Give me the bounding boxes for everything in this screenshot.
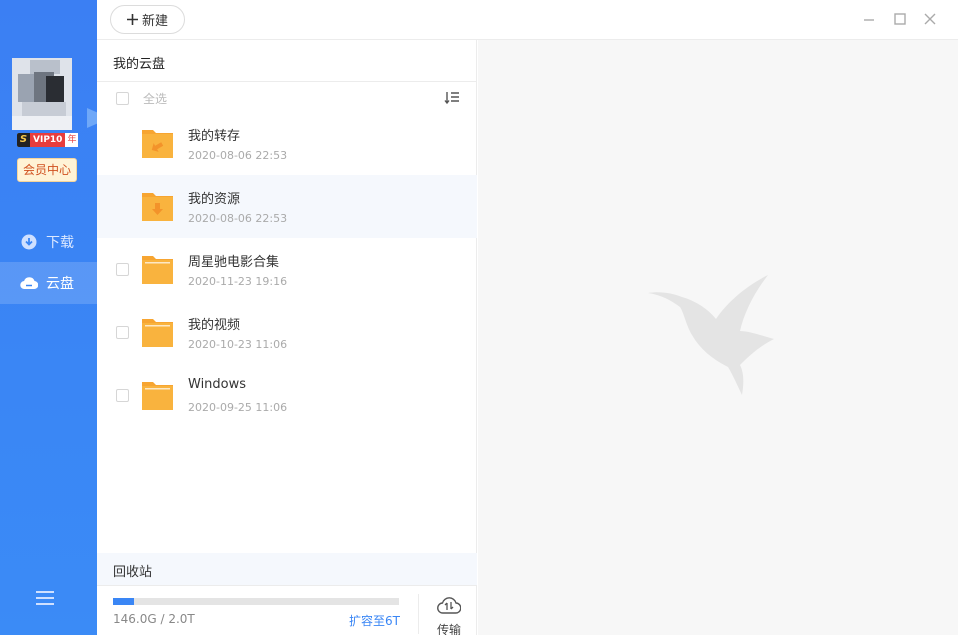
transfer-label: 传输 <box>436 623 461 635</box>
sidebar-item-download[interactable]: 下载 <box>0 221 97 263</box>
row-checkbox[interactable] <box>116 326 129 339</box>
member-center-button[interactable]: 会员中心 <box>17 158 77 182</box>
file-name: Windows <box>188 377 247 392</box>
file-date: 2020-09-25 11:06 <box>188 401 288 414</box>
storage-progress-bar <box>113 598 399 605</box>
bird-logo-icon <box>648 273 778 398</box>
row-checkbox[interactable] <box>116 389 129 402</box>
list-item[interactable]: 我的资源 2020-08-06 22:53 <box>97 175 477 238</box>
plus-icon <box>126 10 138 29</box>
file-name: 周星驰电影合集 <box>188 255 280 270</box>
vip-year: 年 <box>65 133 79 147</box>
preview-area <box>478 40 958 635</box>
expand-storage-link[interactable]: 扩容至6T <box>349 612 400 629</box>
folder-icon <box>142 316 173 347</box>
maximize-icon[interactable] <box>892 11 908 27</box>
select-all-checkbox[interactable] <box>116 92 129 105</box>
file-name: 我的资源 <box>188 192 241 207</box>
folder-icon <box>142 379 173 410</box>
file-date: 2020-08-06 22:53 <box>188 149 288 162</box>
cloud-icon <box>20 274 38 292</box>
divider <box>418 594 419 634</box>
file-name: 我的转存 <box>188 129 241 144</box>
minimize-icon[interactable] <box>861 11 877 27</box>
storage-footer: 146.0G / 2.0T 扩容至6T 传输 <box>97 585 477 635</box>
select-all[interactable]: 全选 <box>116 90 167 107</box>
close-icon[interactable] <box>922 11 938 27</box>
file-date: 2020-11-23 19:16 <box>188 275 288 288</box>
divider <box>97 81 477 82</box>
list-item[interactable]: 我的转存 2020-08-06 22:53 <box>97 112 477 175</box>
resource-folder-icon <box>142 190 173 221</box>
file-date: 2020-08-06 22:53 <box>188 212 288 225</box>
vip-level: VIP10 <box>30 133 66 147</box>
file-date: 2020-10-23 11:06 <box>188 338 288 351</box>
page-title: 我的云盘 <box>113 57 166 72</box>
recycle-bin-label: 回收站 <box>113 565 153 580</box>
menu-icon[interactable] <box>36 590 54 606</box>
select-all-label: 全选 <box>143 92 168 106</box>
transfer-button[interactable]: 传输 <box>432 596 466 635</box>
sidebar-item-cloud[interactable]: 云盘 <box>0 262 97 304</box>
left-nav: S VIP10 年 会员中心 下载 云盘 <box>0 0 103 635</box>
transfer-folder-icon <box>142 127 173 158</box>
cloud-transfer-icon <box>437 597 462 618</box>
recycle-bin[interactable]: 回收站 <box>97 553 477 585</box>
folder-icon <box>142 253 173 284</box>
new-button[interactable]: 新建 <box>110 5 185 34</box>
top-bar: 新建 <box>97 0 958 40</box>
download-icon <box>20 233 38 251</box>
list-item[interactable]: 我的视频 2020-10-23 11:06 <box>97 301 477 364</box>
vip-badge: S VIP10 年 <box>17 133 79 147</box>
sort-icon[interactable] <box>444 90 460 105</box>
list-item[interactable]: Windows 2020-09-25 11:06 <box>97 364 477 427</box>
file-name: 我的视频 <box>188 318 241 333</box>
row-checkbox[interactable] <box>116 263 129 276</box>
avatar[interactable] <box>12 58 72 130</box>
file-panel: 我的云盘 全选 我的转存 2020-08-06 22:53 我的资源 2020-… <box>97 40 477 635</box>
sidebar-item-label: 云盘 <box>46 276 74 292</box>
vip-s-logo: S <box>17 133 30 147</box>
list-item[interactable]: 周星驰电影合集 2020-11-23 19:16 <box>97 238 477 301</box>
storage-progress-fill <box>113 598 134 605</box>
new-button-label: 新建 <box>141 14 168 29</box>
storage-used: 146.0G / 2.0T <box>113 612 195 626</box>
sidebar-item-label: 下载 <box>46 235 74 251</box>
